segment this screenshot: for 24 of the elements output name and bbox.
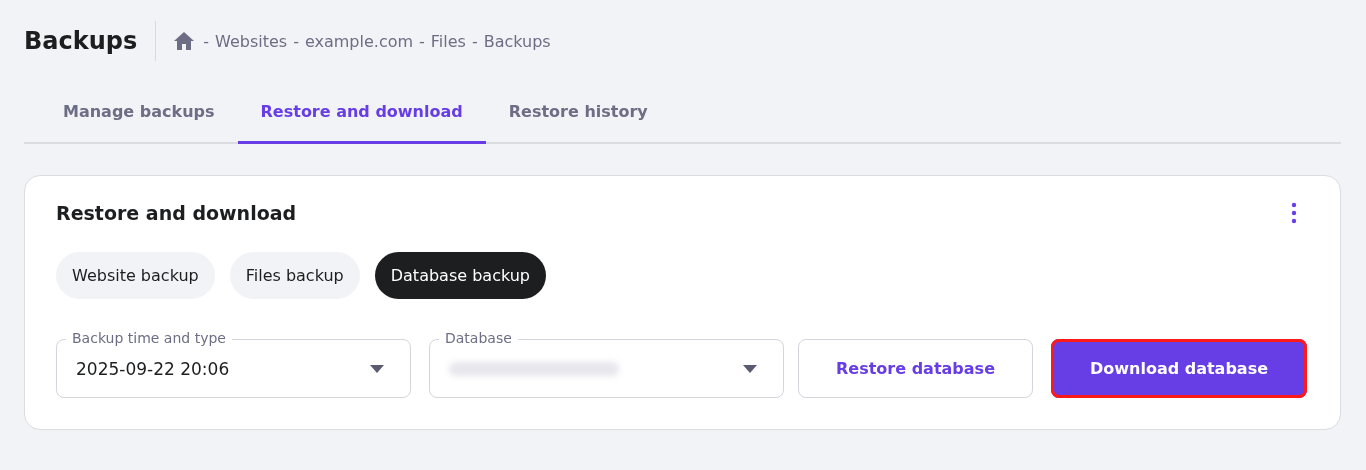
field-value: 2025-09-22 20:06 (76, 358, 230, 379)
breadcrumb-separator: - (293, 31, 299, 51)
more-options-icon[interactable] (1291, 202, 1297, 224)
card-title: Restore and download (56, 202, 297, 224)
breadcrumb-separator: - (203, 31, 209, 51)
backup-type-chip[interactable]: Website backup (56, 252, 215, 299)
action-button[interactable]: Download database (1051, 339, 1307, 398)
caret-icon (370, 364, 384, 373)
field-label: Backup time and type (66, 329, 232, 347)
home-icon[interactable] (174, 32, 195, 50)
backup-type-chip[interactable]: Database backup (374, 252, 546, 299)
breadcrumb-separator: - (419, 31, 425, 51)
breadcrumb-link[interactable]: example.com (304, 31, 414, 51)
backup-type-chip[interactable]: Files backup (229, 252, 360, 299)
breadcrumb-link[interactable]: Backups (483, 31, 551, 51)
caret-icon (743, 364, 757, 373)
tab[interactable]: Restore history (485, 82, 671, 144)
breadcrumb-separator: - (471, 31, 478, 51)
action-button[interactable]: Restore database (798, 339, 1033, 398)
tab[interactable]: Manage backups (40, 82, 238, 144)
breadcrumb-link[interactable]: Files (430, 31, 466, 51)
tab[interactable]: Restore and download (237, 82, 486, 144)
page-title: Backups (24, 27, 138, 55)
breadcrumb-link[interactable]: Websites (215, 31, 288, 51)
